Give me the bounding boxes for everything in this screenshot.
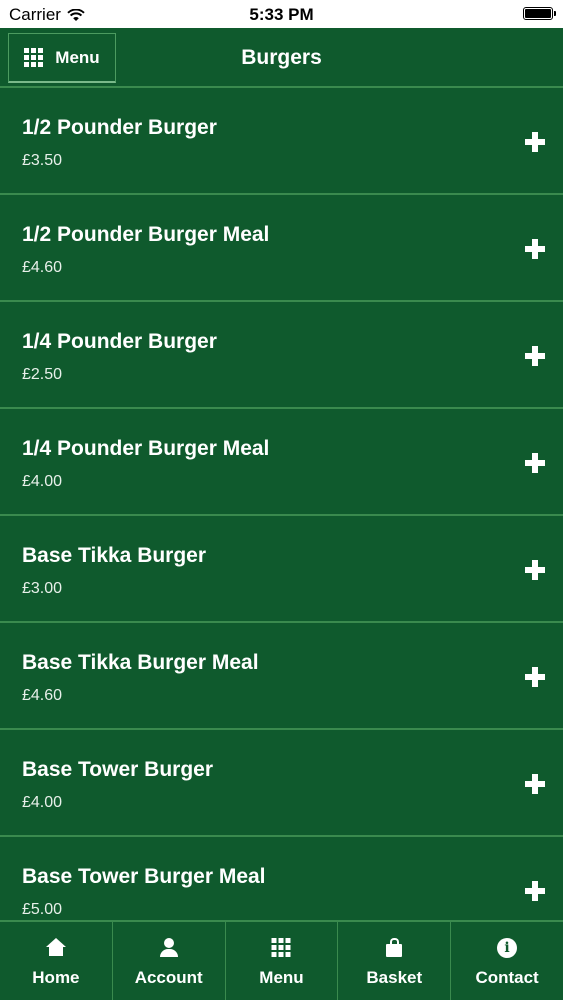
user-icon (159, 938, 179, 958)
list-item[interactable]: 1/4 Pounder Burger £2.50 (0, 302, 563, 409)
tab-label: Home (32, 968, 80, 987)
tab-label: Contact (475, 968, 539, 987)
list-item[interactable]: 1/2 Pounder Burger £3.50 (0, 88, 563, 195)
item-name: 1/4 Pounder Burger Meal (22, 437, 270, 460)
plus-icon[interactable] (525, 132, 545, 152)
item-name: Base Tower Burger Meal (22, 865, 266, 888)
info-icon: i (497, 938, 518, 958)
item-price: £4.60 (22, 687, 63, 704)
item-name: 1/2 Pounder Burger Meal (22, 223, 270, 246)
item-price: £2.50 (22, 366, 63, 383)
status-bar: Carrier 5:33 PM (0, 0, 563, 28)
menu-item-list: 1/2 Pounder Burger £3.50 1/2 Pounder Bur… (0, 88, 563, 944)
plus-icon[interactable] (525, 881, 545, 901)
tab-account[interactable]: Account (111, 922, 225, 1000)
list-item[interactable]: 1/4 Pounder Burger Meal £4.00 (0, 409, 563, 516)
list-item[interactable]: 1/2 Pounder Burger Meal £4.60 (0, 195, 563, 302)
grid-icon (271, 938, 291, 957)
tab-label: Menu (259, 968, 304, 987)
tab-label: Account (134, 968, 203, 987)
list-item[interactable]: Base Tower Burger £4.00 (0, 730, 563, 837)
tab-basket[interactable]: Basket (337, 922, 450, 1000)
item-name: Base Tikka Burger Meal (22, 651, 259, 674)
plus-icon[interactable] (525, 453, 545, 473)
tab-home[interactable]: Home (0, 922, 112, 1000)
header: Menu Burgers (0, 28, 563, 88)
item-price: £3.00 (22, 580, 63, 597)
tab-label: Basket (366, 968, 423, 987)
item-name: 1/4 Pounder Burger (22, 330, 217, 353)
list-item[interactable]: Base Tikka Burger £3.00 (0, 516, 563, 623)
item-price: £5.00 (22, 901, 63, 918)
home-icon (45, 938, 66, 958)
item-price: £3.50 (22, 152, 63, 169)
plus-icon[interactable] (525, 346, 545, 366)
item-price: £4.00 (22, 794, 63, 811)
tab-contact[interactable]: i Contact (450, 922, 563, 1000)
bag-icon (384, 938, 404, 958)
list-item[interactable]: Base Tikka Burger Meal £4.60 (0, 623, 563, 730)
battery-icon (523, 7, 556, 20)
plus-icon[interactable] (525, 560, 545, 580)
status-time: 5:33 PM (249, 5, 314, 24)
item-name: 1/2 Pounder Burger (22, 116, 217, 139)
page-title: Burgers (241, 46, 322, 69)
item-price: £4.00 (22, 473, 63, 490)
plus-icon[interactable] (525, 239, 545, 259)
item-name: Base Tikka Burger (22, 544, 207, 567)
plus-icon[interactable] (525, 667, 545, 687)
plus-icon[interactable] (525, 774, 545, 794)
tab-bar: Home Account Menu Basket i Contact (0, 920, 563, 1000)
item-price: £4.60 (22, 259, 63, 276)
tab-menu[interactable]: Menu (224, 922, 338, 1000)
item-name: Base Tower Burger (22, 758, 213, 781)
